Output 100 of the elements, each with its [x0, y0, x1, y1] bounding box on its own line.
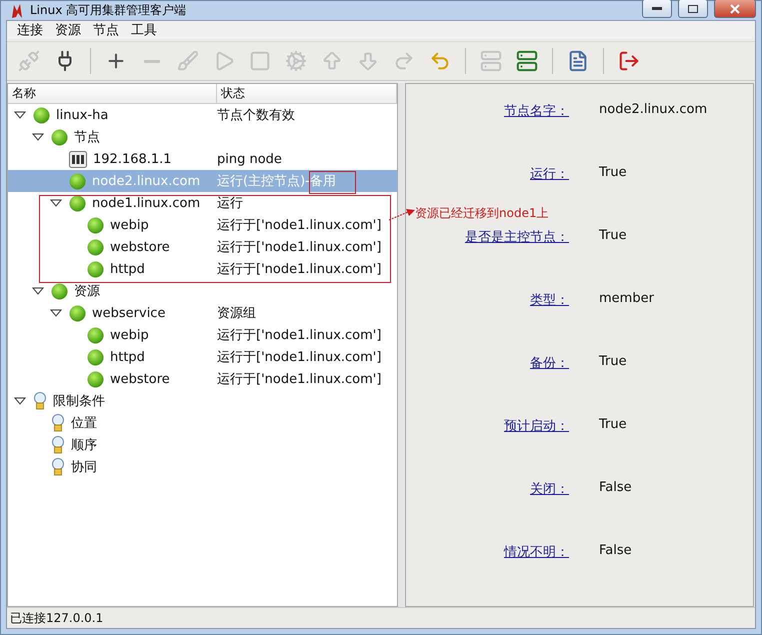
menu-item[interactable]: 资源 — [49, 21, 87, 39]
expand-toggle-icon[interactable] — [14, 395, 26, 407]
tree-row[interactable]: 限制条件 — [8, 390, 397, 412]
node-name: 顺序 — [71, 437, 97, 454]
node-status: 运行于['node1.linux.com'] — [217, 239, 382, 256]
status-dot-icon — [69, 304, 86, 322]
property-value: True — [599, 165, 627, 182]
menu-item[interactable]: 连接 — [11, 21, 49, 39]
property-value: True — [599, 228, 627, 245]
tree-row[interactable]: httpd 运行于['node1.linux.com'] — [8, 346, 397, 368]
maximize-icon — [688, 4, 698, 12]
node-status: ping node — [217, 152, 282, 166]
property-label[interactable]: 是否是主控节点： — [406, 228, 569, 246]
node-name: webip — [110, 218, 149, 232]
annotation-arrow — [388, 207, 416, 223]
exit-icon — [618, 50, 640, 72]
column-header[interactable]: 状态 — [217, 84, 397, 103]
window-title: Linux 高可用集群管理客户端 — [30, 2, 188, 19]
property-value: True — [599, 417, 627, 434]
light-bulb-icon — [51, 414, 65, 432]
property-label[interactable]: 情况不明： — [406, 543, 569, 561]
stop-icon — [249, 50, 271, 72]
status-dot-icon — [87, 238, 104, 256]
property-label[interactable]: 运行： — [406, 165, 569, 183]
node-name: webservice — [92, 306, 166, 320]
property-value: False — [599, 480, 632, 497]
expand-toggle-icon[interactable] — [14, 109, 26, 121]
node-name: webstore — [110, 240, 170, 254]
annotation-text: 资源已经迁移到node1上 — [415, 205, 549, 222]
node-name: httpd — [110, 350, 145, 364]
tree-row[interactable]: webip 运行于['node1.linux.com'] — [8, 214, 397, 236]
node-status: 资源组 — [217, 305, 256, 322]
tree-row[interactable]: linux-ha 节点个数有效 — [8, 104, 397, 126]
status-dot-icon — [51, 128, 68, 146]
tree-row[interactable]: 192.168.1.1 ping node — [8, 148, 397, 170]
tree-row[interactable]: webstore 运行于['node1.linux.com'] — [8, 368, 397, 390]
node-status: 运行于['node1.linux.com'] — [217, 327, 382, 344]
property-label[interactable]: 节点名字： — [406, 102, 569, 120]
server-icon — [516, 50, 538, 72]
node-name: node1.linux.com — [92, 196, 200, 210]
status-dot-icon — [33, 106, 50, 124]
host-icon — [69, 150, 87, 168]
property-label[interactable]: 关闭： — [406, 480, 569, 498]
document-icon — [567, 50, 589, 72]
close-icon — [730, 4, 740, 14]
unplug-icon — [18, 50, 40, 72]
node-name: 协同 — [71, 459, 97, 476]
node-status: 运行(主控节点)-备用 — [217, 173, 336, 190]
minimize-icon — [652, 6, 662, 10]
node-name: node2.linux.com — [92, 174, 200, 188]
expand-toggle-icon[interactable] — [50, 197, 62, 209]
status-dot-icon — [87, 348, 104, 366]
node-name: 位置 — [71, 415, 97, 432]
minus-icon — [144, 60, 160, 62]
node-name: linux-ha — [56, 108, 108, 122]
status-dot-icon — [87, 370, 104, 388]
minimize-button[interactable] — [642, 0, 672, 18]
property-label[interactable]: 预计启动： — [406, 417, 569, 435]
expand-toggle-icon[interactable] — [32, 131, 44, 143]
app-logo-icon — [10, 2, 24, 18]
node-status: 运行于['node1.linux.com'] — [217, 217, 382, 234]
expand-toggle-icon[interactable] — [32, 285, 44, 297]
tree-row[interactable]: node1.linux.com 运行 — [8, 192, 397, 214]
tree-row[interactable]: httpd 运行于['node1.linux.com'] — [8, 258, 397, 280]
light-bulb-icon — [51, 458, 65, 476]
node-name: 节点 — [74, 129, 100, 146]
node-status: 运行于['node1.linux.com'] — [217, 261, 382, 278]
tree-row[interactable]: 资源 — [8, 280, 397, 302]
tree-row[interactable]: 位置 — [8, 412, 397, 434]
node-name: webstore — [110, 372, 170, 386]
property-label[interactable]: 备份： — [406, 354, 569, 372]
arrow-up-icon — [321, 50, 343, 72]
expand-toggle-icon[interactable] — [50, 307, 62, 319]
maximize-button[interactable] — [678, 0, 708, 18]
settings-icon — [285, 50, 307, 72]
property-value: False — [599, 543, 632, 560]
tree-row[interactable]: webservice 资源组 — [8, 302, 397, 324]
close-button[interactable] — [714, 0, 756, 18]
node-name: webip — [110, 328, 149, 342]
connection-status: 已连接127.0.0.1 — [10, 610, 104, 626]
tree-row[interactable]: 协同 — [8, 456, 397, 478]
column-header[interactable]: 名称 — [8, 84, 217, 103]
node-status: 运行于['node1.linux.com'] — [217, 371, 382, 388]
menu-item[interactable]: 工具 — [125, 21, 163, 39]
property-label[interactable]: 类型： — [406, 291, 569, 309]
property-value: member — [599, 291, 654, 308]
tree-row[interactable]: 节点 — [8, 126, 397, 148]
tree-row[interactable]: 顺序 — [8, 434, 397, 456]
node-name: 192.168.1.1 — [93, 152, 172, 166]
light-bulb-icon — [33, 392, 47, 410]
light-bulb-icon — [51, 436, 65, 454]
tree-row[interactable]: webip 运行于['node1.linux.com'] — [8, 324, 397, 346]
node-status: 运行于['node1.linux.com'] — [217, 349, 382, 366]
node-name: 限制条件 — [53, 393, 105, 410]
tree-row[interactable]: webstore 运行于['node1.linux.com'] — [8, 236, 397, 258]
brush-icon — [177, 50, 199, 72]
menu-item[interactable]: 节点 — [87, 21, 125, 39]
node-name: 资源 — [74, 283, 100, 300]
status-dot-icon — [69, 194, 86, 212]
node-name: httpd — [110, 262, 145, 276]
